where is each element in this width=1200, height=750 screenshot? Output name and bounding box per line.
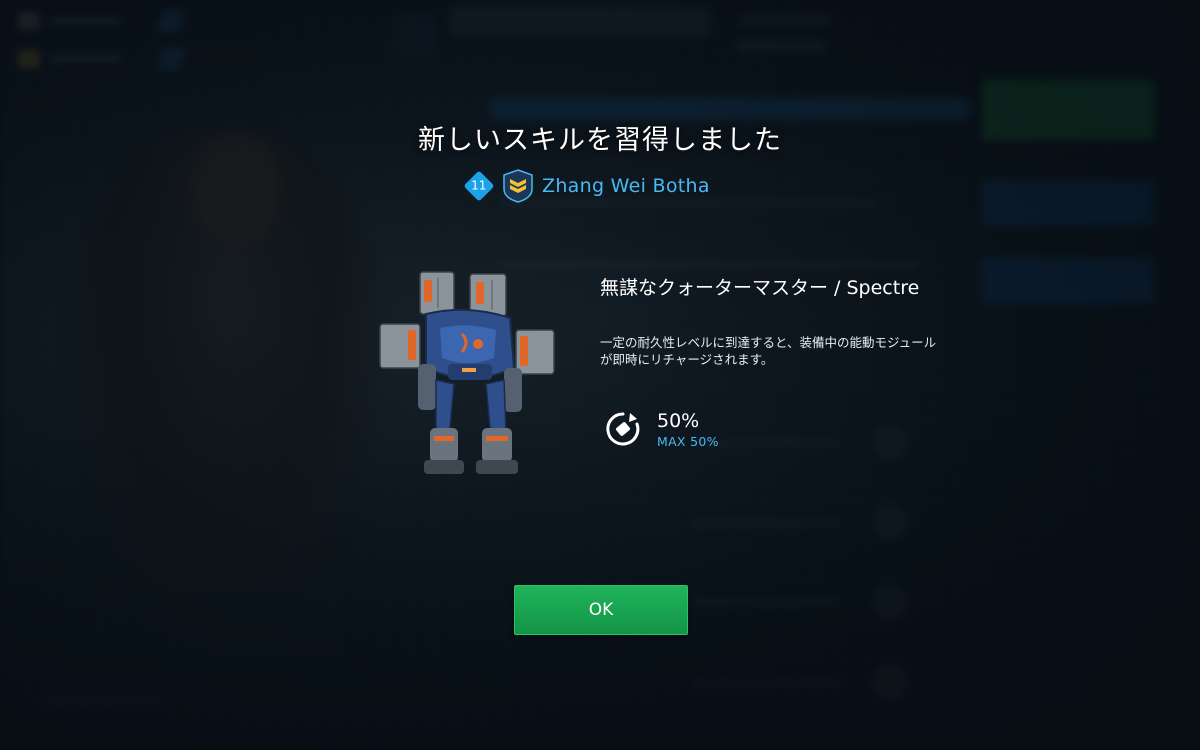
modal-overlay <box>0 0 1200 750</box>
pilot-header: 11 Zhang Wei Botha <box>463 168 710 204</box>
robot-spectre-icon <box>379 271 555 474</box>
recharge-cycle-icon <box>606 412 640 446</box>
ok-button[interactable]: OK <box>514 585 688 635</box>
stat-value: 50% <box>657 410 700 432</box>
level-badge: 11 <box>463 170 495 202</box>
pilot-name: Zhang Wei Botha <box>542 175 710 197</box>
skill-description: 一定の耐久性レベルに到達すると、装備中の能動モジュールが即時にリチャージされます… <box>600 335 937 367</box>
stat-max: MAX 50% <box>657 434 719 449</box>
skill-name: 無謀なクォーターマスター / Spectre <box>600 277 920 299</box>
modal-title: 新しいスキルを習得しました <box>418 125 782 156</box>
chevron-rank-badge-icon <box>503 169 533 203</box>
level-value: 11 <box>471 179 487 193</box>
